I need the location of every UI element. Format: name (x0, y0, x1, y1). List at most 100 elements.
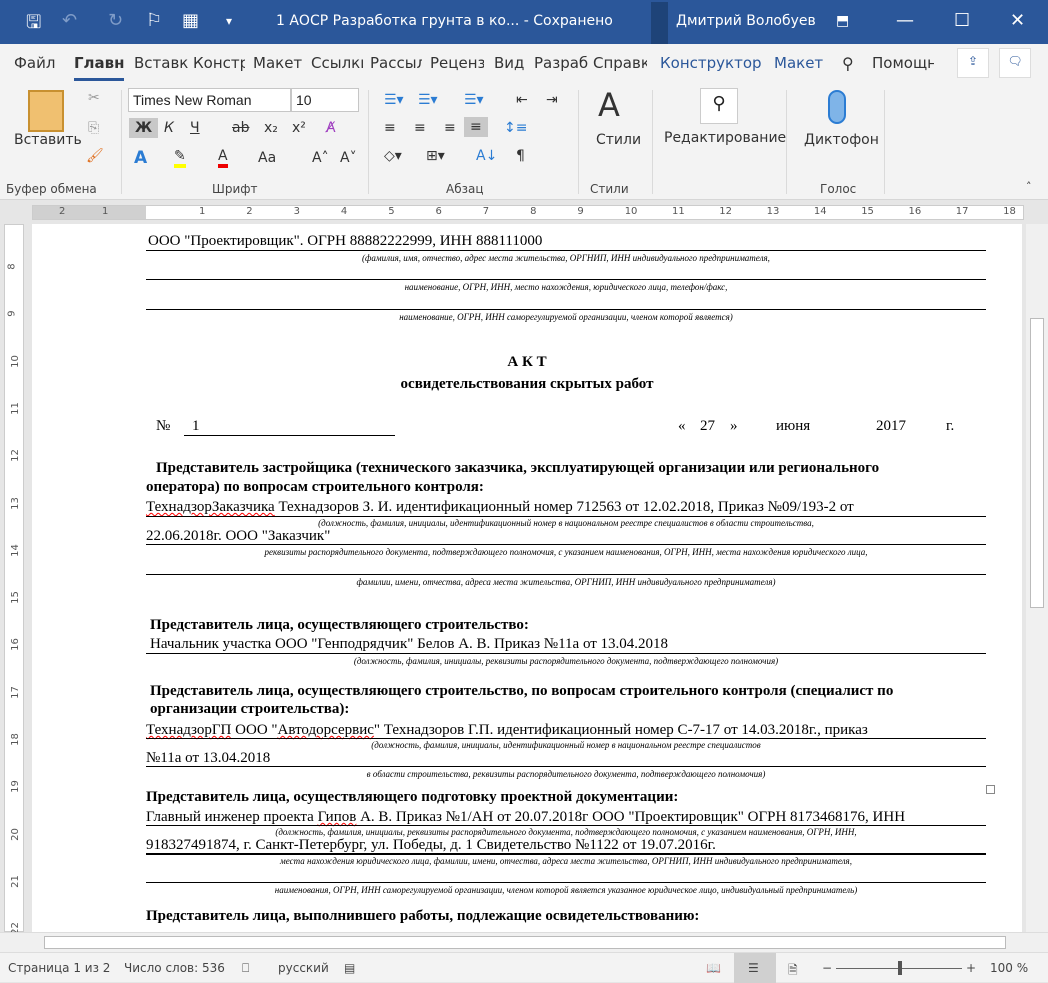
find-icon[interactable]: ⚲ (700, 88, 738, 124)
scroll-thumb[interactable] (1030, 318, 1044, 608)
sort-icon[interactable]: A↓ (476, 148, 497, 164)
search-icon[interactable]: ⚲ (842, 54, 854, 73)
collapse-ribbon-icon[interactable]: ˄ (1026, 180, 1032, 193)
horizontal-ruler[interactable]: 2 1 1 2 3 4 5 6 7 8 9 10 11 12 13 14 15 16 17 18 (0, 200, 1048, 224)
increase-indent-icon[interactable]: ⇥ (546, 92, 558, 108)
tab-developer[interactable]: Разработчик (534, 54, 588, 72)
highlight-icon[interactable]: ✎ (174, 148, 186, 168)
clear-formatting-icon[interactable]: A̸ (326, 120, 336, 136)
zoom-level[interactable]: 100 % (990, 961, 1028, 975)
document-page[interactable]: ООО "Проектировщик". ОГРН 88882222999, И… (32, 224, 1022, 932)
ruler-mark: 16 (9, 638, 21, 652)
superscript-button[interactable]: x² (292, 120, 306, 136)
underline-button[interactable]: Ч (190, 120, 200, 136)
save-icon[interactable]: 🖫 (26, 10, 41, 40)
format-painter-icon[interactable]: 🖌 (86, 148, 104, 164)
shading-icon[interactable]: ◇▾ (384, 148, 402, 164)
user-name[interactable]: Дмитрий Волобуев (676, 13, 816, 29)
tab-table-layout[interactable]: Макет (774, 54, 823, 72)
ruler-mark: 17 (9, 685, 21, 699)
zoom-slider-thumb[interactable] (898, 961, 902, 975)
subscript-button[interactable]: x₂ (264, 120, 278, 136)
align-left-icon[interactable]: ≡ (384, 120, 396, 136)
redo-icon[interactable]: ↻ (108, 10, 123, 31)
minimize-icon[interactable]: — (896, 10, 914, 31)
text-effects-icon[interactable]: A (134, 148, 147, 168)
web-layout-icon[interactable]: 🗎 (788, 961, 798, 982)
vertical-scrollbar[interactable] (1026, 224, 1048, 932)
ruler-mark: 5 (388, 206, 395, 217)
tab-tell-me[interactable]: Помощник (872, 54, 934, 72)
table-icon[interactable]: ▦ (182, 10, 199, 31)
styles-icon[interactable]: A (598, 86, 620, 124)
grow-font-button[interactable]: A˄ (312, 150, 329, 166)
shrink-font-button[interactable]: A˅ (340, 150, 357, 166)
font-name-field[interactable]: Times New Roman (128, 88, 291, 112)
vertical-ruler[interactable]: 8 9 10 11 12 13 14 15 16 17 18 19 20 21 22 (4, 224, 24, 935)
proofing-icon[interactable]: ⎕ (242, 961, 249, 976)
bullets-icon[interactable]: ☰▾ (384, 92, 404, 108)
undo-icon[interactable]: ↶ (62, 10, 77, 31)
tab-help[interactable]: Справка (593, 54, 647, 72)
tab-table-design[interactable]: Конструктор (660, 54, 762, 72)
tab-layout[interactable]: Макет (253, 54, 303, 72)
justify-icon[interactable]: ≡ (464, 117, 488, 137)
table-resize-handle[interactable] (986, 785, 995, 794)
dictate-button[interactable]: Диктофон (804, 132, 879, 148)
maximize-icon[interactable]: ☐ (954, 10, 970, 31)
ribbon-display-icon[interactable]: ⬒ (836, 13, 849, 29)
line-spacing-icon[interactable]: ↕≡ (504, 120, 527, 136)
align-center-icon[interactable]: ≡ (414, 120, 426, 136)
word-count[interactable]: Число слов: 536 (124, 961, 225, 975)
tab-home[interactable]: Главная (74, 54, 124, 72)
zoom-in-icon[interactable]: + (966, 961, 976, 975)
cut-icon[interactable]: ✂ (88, 90, 100, 106)
multilevel-list-icon[interactable]: ☰▾ (464, 92, 484, 108)
close-icon[interactable]: ✕ (1010, 10, 1025, 31)
paste-button[interactable]: Вставить (14, 132, 82, 148)
bold-button[interactable]: Ж (129, 118, 159, 138)
customize-icon[interactable]: ▾ (226, 14, 232, 28)
strikethrough-button[interactable]: ab (232, 120, 249, 136)
tab-references[interactable]: Ссылки (311, 54, 363, 72)
decrease-indent-icon[interactable]: ⇤ (516, 92, 528, 108)
page-count[interactable]: Страница 1 из 2 (8, 961, 110, 975)
paste-icon[interactable] (28, 90, 64, 132)
scroll-thumb[interactable] (44, 936, 1006, 949)
borders-icon[interactable]: ⊞▾ (426, 148, 445, 164)
language[interactable]: русский (278, 961, 329, 975)
copy-icon[interactable]: ⎘ (88, 120, 99, 136)
macro-icon[interactable]: ▤ (344, 961, 355, 975)
tab-file[interactable]: Файл (14, 54, 60, 72)
editing-button[interactable]: Редактирование (664, 130, 786, 146)
share-button[interactable]: ⇪ (957, 48, 989, 78)
align-right-icon[interactable]: ≡ (444, 120, 456, 136)
comments-button[interactable]: 🗨 (999, 48, 1031, 78)
spell-error[interactable]: ТехнадзорЗаказчика (146, 499, 275, 515)
tab-mailings[interactable]: Рассылки (370, 54, 422, 72)
zoom-out-icon[interactable]: − (822, 961, 832, 975)
tab-design[interactable]: Конструктор (193, 54, 245, 72)
ruler-mark: 6 (435, 206, 442, 217)
font-color-icon[interactable]: A (218, 148, 228, 168)
act-year: 2017 (876, 418, 906, 434)
styles-button[interactable]: Стили (596, 132, 641, 148)
show-marks-icon[interactable]: ¶ (516, 148, 525, 164)
italic-button[interactable]: К (164, 120, 174, 136)
field-note: наименование, ОГРН, ИНН саморегулируемой… (399, 312, 733, 322)
read-mode-icon[interactable]: 📖 (706, 961, 721, 975)
tab-view[interactable]: Вид (494, 54, 526, 72)
spell-error[interactable]: ТехнадзорГП (146, 722, 231, 738)
bookmark-icon[interactable]: ⚐ (146, 10, 162, 31)
change-case-button[interactable]: Aa (258, 150, 276, 166)
act-number: 1 (184, 418, 395, 436)
tab-review[interactable]: Рецензирование (430, 54, 484, 72)
spell-error[interactable]: Гипов (318, 809, 357, 825)
ruler-mark: 20 (9, 827, 21, 841)
numbering-icon[interactable]: ☰▾ (418, 92, 438, 108)
horizontal-scrollbar[interactable] (0, 932, 1048, 952)
tab-insert[interactable]: Вставка (134, 54, 188, 72)
font-size-field[interactable]: 10 (291, 88, 359, 112)
microphone-icon[interactable] (828, 90, 846, 124)
spell-error[interactable]: Автодорсервис (278, 722, 374, 738)
